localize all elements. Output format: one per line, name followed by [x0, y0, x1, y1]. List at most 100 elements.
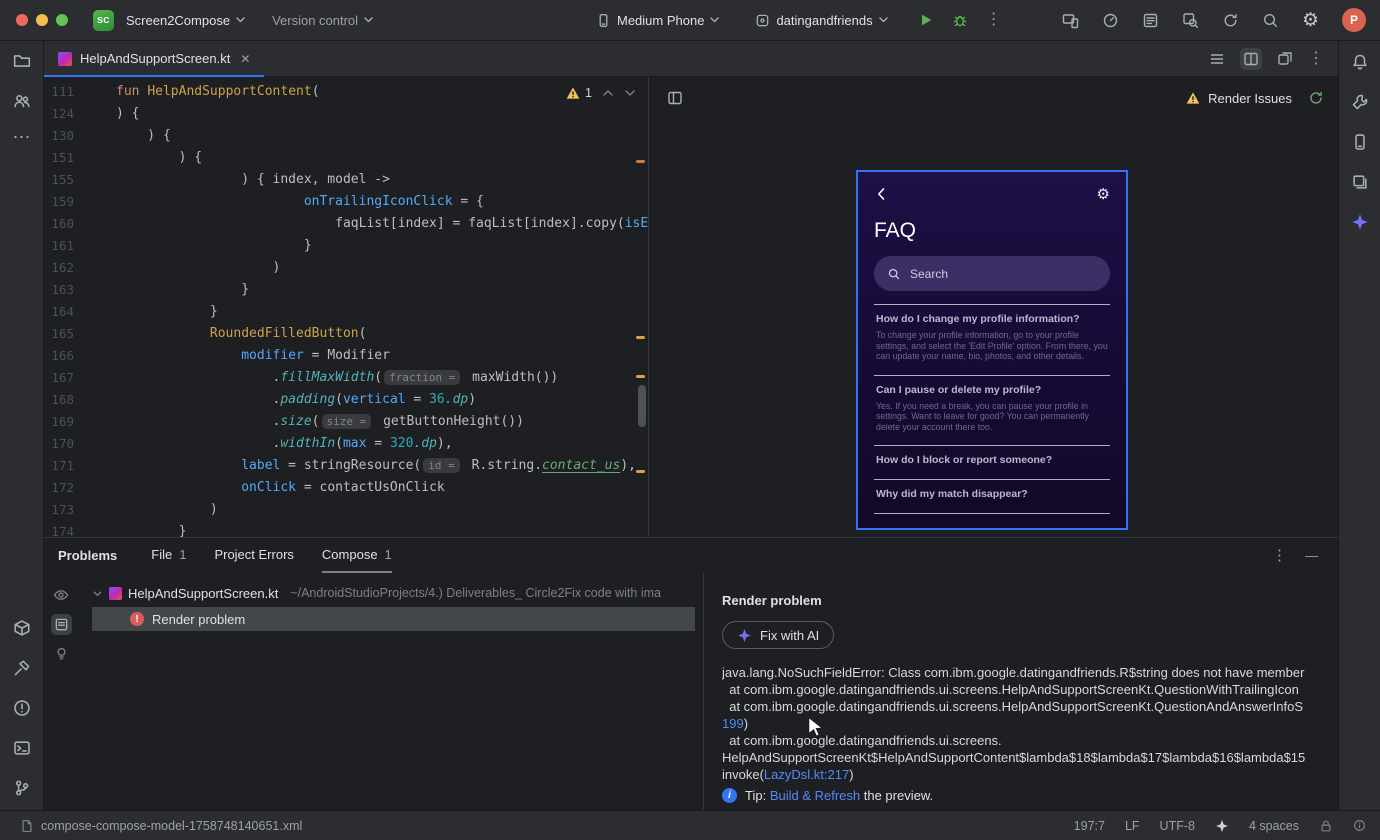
code-line[interactable]: 173) [44, 502, 648, 524]
warning-stripe-mark[interactable] [636, 375, 645, 378]
code-line[interactable]: 163} [44, 282, 648, 304]
line-ending[interactable]: LF [1125, 819, 1140, 833]
caret-position[interactable]: 197:7 [1074, 819, 1105, 833]
code-line[interactable]: 160 faqList[index] = faqList[index].copy(… [44, 216, 648, 238]
project-tool-icon[interactable] [13, 52, 31, 70]
view-options-eye-icon[interactable] [53, 587, 69, 603]
code-line[interactable]: 111 fun HelpAndSupportContent( [44, 84, 648, 106]
gradle-sync-icon[interactable] [1222, 12, 1239, 29]
profiler-icon[interactable] [1102, 12, 1119, 29]
gradle-icon[interactable] [1351, 93, 1369, 111]
code-editor[interactable]: 111 fun HelpAndSupportContent(124) {130) … [44, 77, 648, 537]
faq-item[interactable]: Why did my match disappear? [874, 479, 1110, 514]
code-line[interactable]: 162) [44, 260, 648, 282]
code-line[interactable]: 124) { [44, 106, 648, 128]
more-actions-button[interactable]: ⋮ [986, 12, 1002, 28]
faq-item[interactable]: Can I pause or delete my profile? Yes. If… [874, 374, 1110, 446]
faq-item[interactable]: How do I change my profile information? T… [874, 304, 1110, 375]
avatar[interactable]: P [1342, 8, 1366, 32]
tab-file[interactable]: File 1 [151, 538, 186, 573]
previous-issue-icon[interactable] [602, 87, 614, 99]
build-icon[interactable] [13, 659, 31, 677]
settings-gear-icon[interactable]: ⚙ [1302, 11, 1319, 30]
device-selector[interactable]: Medium Phone [596, 13, 720, 28]
device-mirroring-icon[interactable] [1062, 12, 1079, 29]
render-issues-label[interactable]: Render Issues [1208, 91, 1292, 106]
problems-panel-title[interactable]: Problems [58, 548, 117, 563]
hide-panel-icon[interactable]: — [1305, 548, 1318, 563]
file-encoding[interactable]: UTF-8 [1160, 819, 1195, 833]
version-control-icon[interactable] [13, 779, 31, 797]
faq-item[interactable]: How do I block or report someone? [874, 445, 1110, 479]
error-stripe-mark[interactable] [636, 160, 645, 163]
detach-preview-icon[interactable] [1277, 51, 1293, 67]
tree-file-row[interactable]: HelpAndSupportScreen.kt ~/AndroidStudioP… [78, 581, 703, 605]
chevron-down-icon[interactable] [92, 588, 103, 599]
next-issue-icon[interactable] [624, 87, 636, 99]
problems-icon[interactable] [13, 699, 31, 717]
code-line[interactable]: 168 .padding(vertical = 36.dp) [44, 392, 648, 414]
code-line[interactable]: 159 onTrailingIconClick = { [44, 194, 648, 216]
more-tools-icon[interactable]: ⋯ [13, 128, 31, 146]
settings-gear-icon[interactable]: ⚙ [1097, 187, 1110, 202]
warning-stripe-mark[interactable] [636, 470, 645, 473]
version-control-menu[interactable]: Version control [272, 13, 373, 28]
code-line[interactable]: 151) { [44, 150, 648, 172]
preview-editor-toggle[interactable] [50, 614, 72, 635]
editor-list-icon[interactable] [1209, 51, 1225, 67]
project-selector[interactable]: Screen2Compose [126, 13, 245, 28]
zoom-window-button[interactable] [56, 14, 68, 26]
dependencies-icon[interactable] [13, 619, 31, 637]
code-line[interactable]: 174} [44, 524, 648, 537]
editor-tab[interactable]: HelpAndSupportScreen.kt ✕ [44, 41, 265, 78]
inspection-widget[interactable]: 1 [566, 86, 636, 100]
code-line[interactable]: 165 RoundedFilledButton( [44, 326, 648, 348]
indent-setting[interactable]: 4 spaces [1249, 819, 1299, 833]
status-indicator-icon[interactable] [1353, 819, 1366, 832]
faq-search-bar[interactable]: Search [874, 256, 1110, 291]
code-line[interactable]: 164} [44, 304, 648, 326]
gemini-icon[interactable] [1351, 213, 1369, 231]
ai-status-icon[interactable] [1215, 819, 1229, 833]
search-icon[interactable] [1262, 12, 1279, 29]
quick-fix-bulb-icon[interactable] [54, 646, 69, 661]
code-line[interactable]: 130) { [44, 128, 648, 150]
code-line[interactable]: 155) { index, model -> [44, 172, 648, 194]
collaboration-icon[interactable] [13, 92, 31, 110]
code-line[interactable]: 167 .fillMaxWidth(fraction = maxWidth()) [44, 370, 648, 392]
stack-trace-link[interactable]: LazyDsl.kt:217 [764, 767, 849, 782]
preview-layout-icon[interactable] [667, 90, 683, 106]
tab-options-icon[interactable]: ⋮ [1308, 50, 1324, 67]
code-line[interactable]: 166 modifier = Modifier [44, 348, 648, 370]
device-manager-icon[interactable] [1351, 133, 1369, 151]
split-preview-toggle[interactable] [1240, 47, 1262, 70]
terminal-icon[interactable] [13, 739, 31, 757]
tab-compose[interactable]: Compose 1 [321, 538, 392, 573]
running-devices-icon[interactable] [1351, 173, 1369, 191]
build-refresh-icon[interactable] [1308, 90, 1324, 106]
preview-device-frame[interactable]: ⚙ FAQ Search How do I change my profile … [856, 170, 1128, 530]
notifications-icon[interactable] [1351, 53, 1369, 71]
close-tab-icon[interactable]: ✕ [240, 52, 250, 66]
build-refresh-link[interactable]: Build & Refresh [770, 788, 860, 803]
editor-scrollbar[interactable] [638, 385, 646, 427]
code-line[interactable]: 172 onClick = contactUsOnClick [44, 480, 648, 502]
stack-trace-link[interactable]: 199 [722, 716, 744, 731]
back-icon[interactable] [874, 186, 890, 202]
close-window-button[interactable] [16, 14, 28, 26]
logcat-icon[interactable] [1142, 12, 1159, 29]
fix-with-ai-button[interactable]: Fix with AI [722, 621, 835, 649]
code-line[interactable]: 169 .size(size = getButtonHeight()) [44, 414, 648, 436]
warning-stripe-mark[interactable] [636, 336, 645, 339]
app-inspection-icon[interactable] [1182, 12, 1199, 29]
debug-button[interactable] [952, 12, 968, 28]
tab-project-errors[interactable]: Project Errors [214, 538, 293, 573]
panel-options-icon[interactable]: ⋮ [1272, 548, 1287, 563]
minimize-window-button[interactable] [36, 14, 48, 26]
status-file[interactable]: compose-compose-model-1758748140651.xml [20, 819, 302, 833]
code-line[interactable]: 171 label = stringResource(id = R.string.… [44, 458, 648, 480]
run-configuration-selector[interactable]: datingandfriends [755, 13, 888, 28]
code-line[interactable]: 170 .widthIn(max = 320.dp), [44, 436, 648, 458]
lock-icon[interactable] [1319, 819, 1333, 833]
tree-issue-row-selected[interactable]: Render problem [92, 607, 695, 631]
